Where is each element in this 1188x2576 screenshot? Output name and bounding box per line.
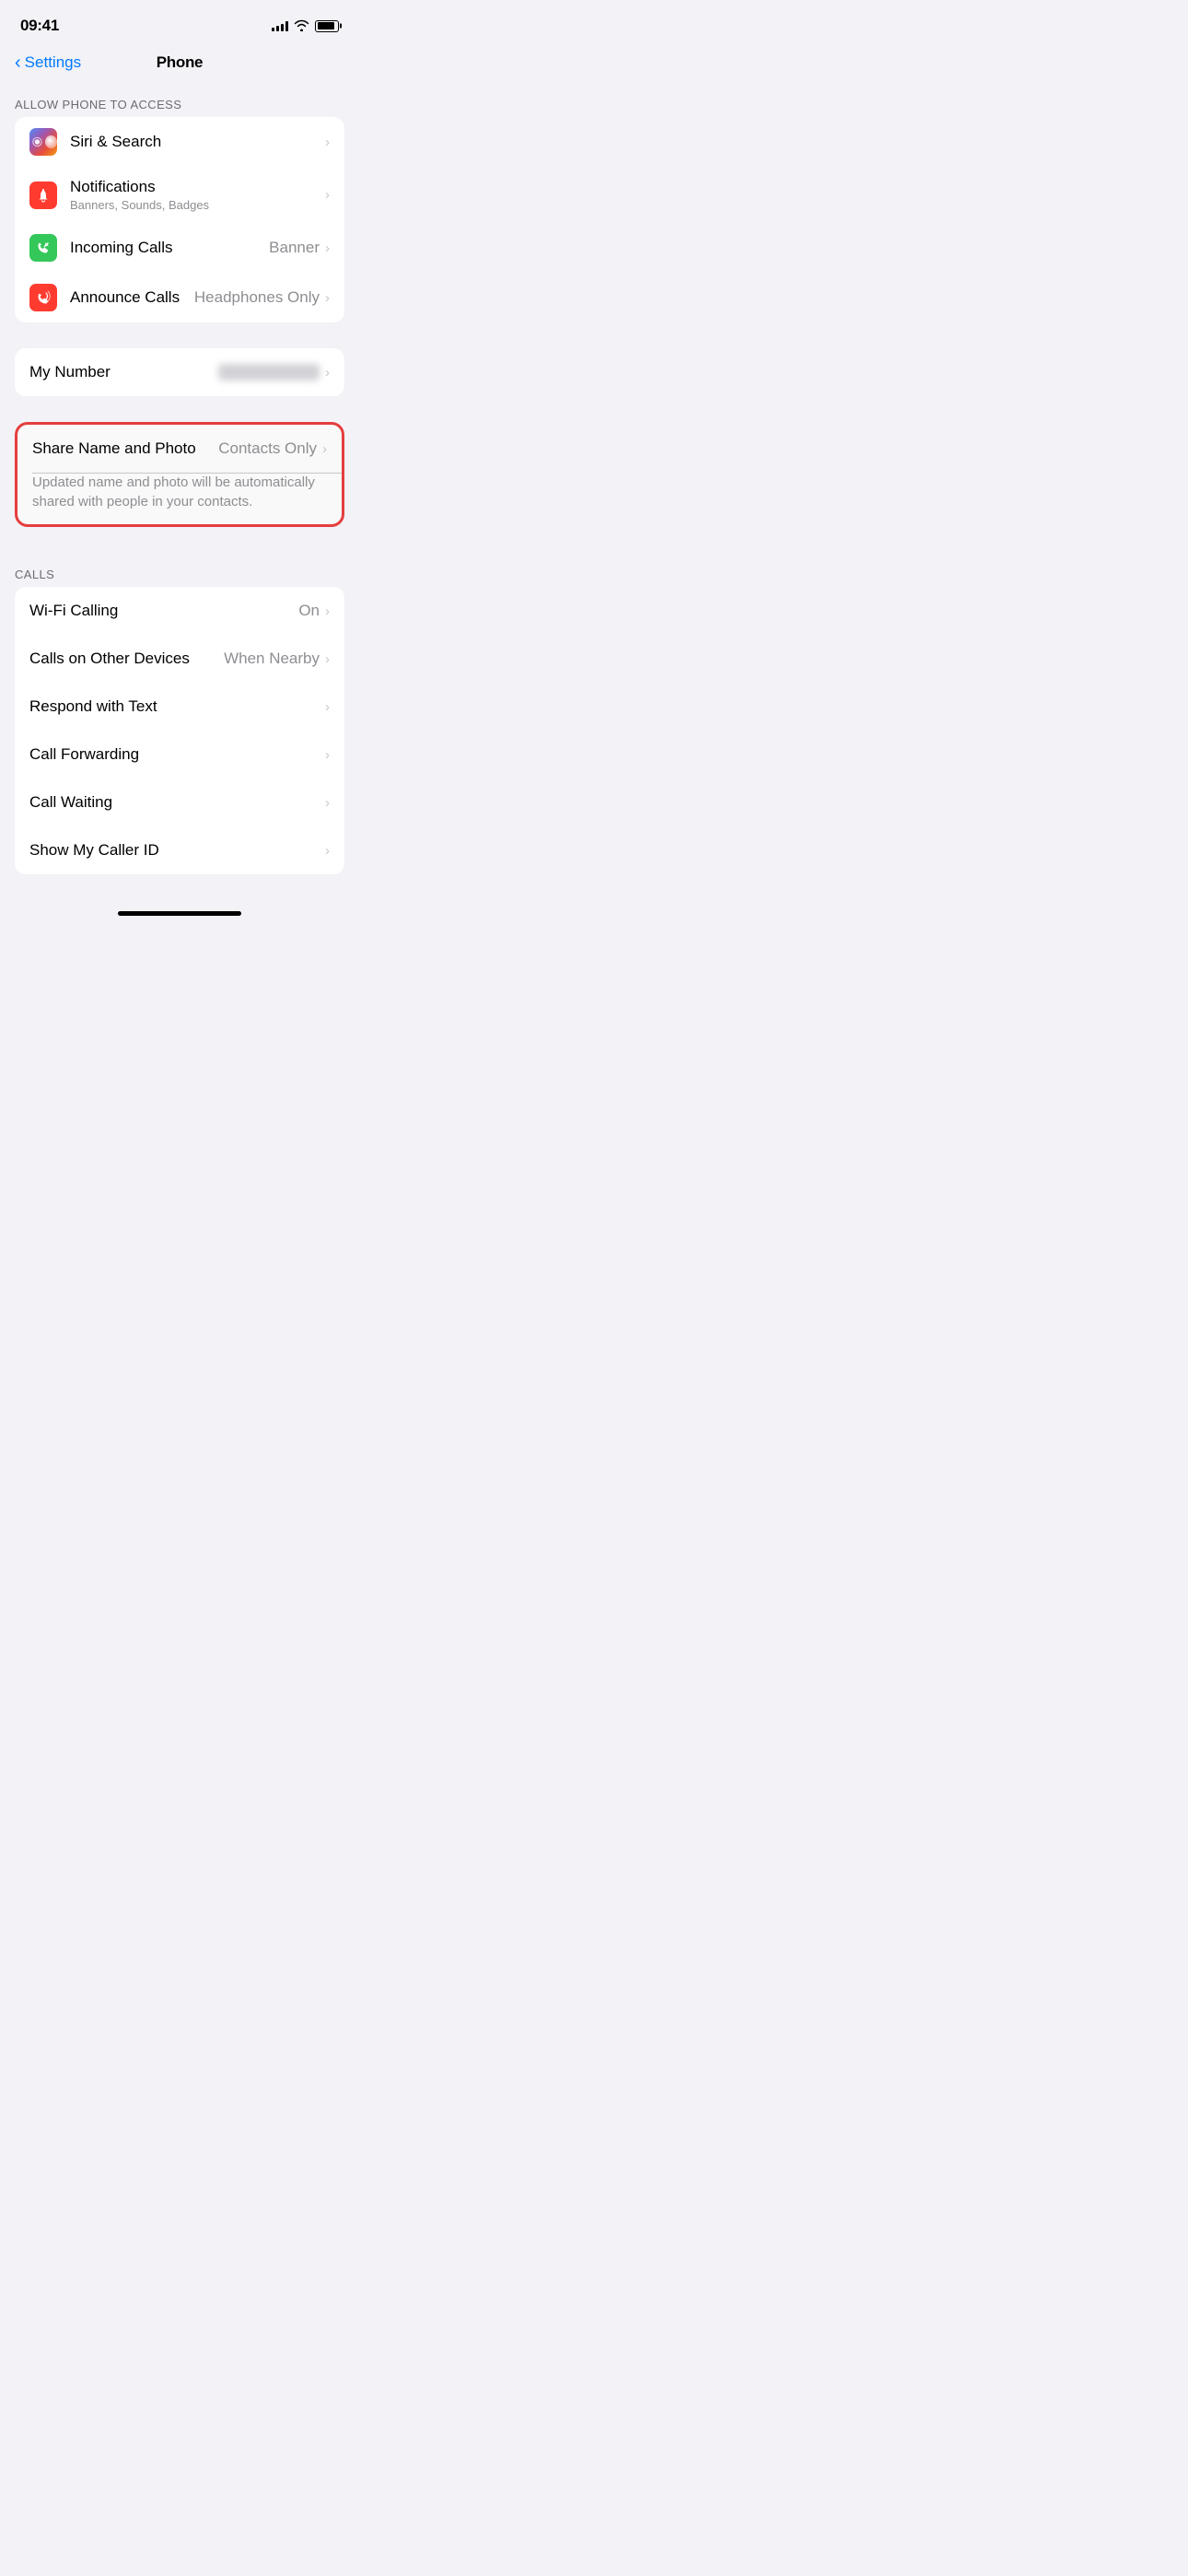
call-forwarding-item[interactable]: Call Forwarding ›: [15, 731, 344, 779]
announce-calls-title: Announce Calls: [70, 288, 194, 307]
calls-other-devices-value: When Nearby: [224, 650, 320, 668]
announce-calls-icon: [29, 284, 57, 311]
calls-card: Wi-Fi Calling On › Calls on Other Device…: [15, 587, 344, 874]
siri-item[interactable]: Siri & Search ›: [15, 117, 344, 167]
notifications-icon: [29, 181, 57, 209]
notifications-subtitle: Banners, Sounds, Badges: [70, 198, 325, 212]
share-name-footer: Updated name and photo will be automatic…: [17, 473, 342, 524]
battery-icon: [315, 20, 339, 32]
share-name-section: Share Name and Photo Contacts Only › Upd…: [0, 422, 359, 527]
back-chevron-icon: ‹: [15, 53, 21, 72]
call-forwarding-title: Call Forwarding: [29, 745, 325, 764]
call-waiting-title: Call Waiting: [29, 793, 325, 812]
incoming-calls-icon: [29, 234, 57, 262]
page-title: Phone: [157, 53, 203, 72]
share-name-card: Share Name and Photo Contacts Only › Upd…: [15, 422, 344, 527]
allow-access-card: Siri & Search › Notifications Banners, S…: [15, 117, 344, 322]
my-number-chevron-icon: ›: [325, 366, 330, 380]
show-caller-id-chevron-icon: ›: [325, 844, 330, 858]
notifications-item[interactable]: Notifications Banners, Sounds, Badges ›: [15, 167, 344, 223]
incoming-calls-title: Incoming Calls: [70, 239, 269, 257]
nav-bar: ‹ Settings Phone: [0, 46, 359, 83]
siri-icon: [29, 128, 57, 156]
respond-text-title: Respond with Text: [29, 697, 325, 716]
calls-other-devices-item[interactable]: Calls on Other Devices When Nearby ›: [15, 635, 344, 683]
home-indicator: [118, 911, 241, 916]
back-label: Settings: [25, 53, 81, 72]
allow-access-section: ALLOW PHONE TO ACCESS Siri & Search ›: [0, 83, 359, 322]
my-number-card: My Number ›: [15, 348, 344, 396]
my-number-item[interactable]: My Number ›: [15, 348, 344, 396]
announce-calls-value: Headphones Only: [194, 288, 320, 307]
wifi-calling-value: On: [298, 602, 320, 620]
wifi-icon: [294, 19, 309, 33]
share-name-value: Contacts Only: [218, 439, 317, 458]
wifi-calling-title: Wi-Fi Calling: [29, 602, 298, 620]
calls-header: CALLS: [0, 553, 359, 587]
siri-title: Siri & Search: [70, 133, 325, 151]
calls-section: CALLS Wi-Fi Calling On › Calls on Other …: [0, 553, 359, 874]
respond-text-item[interactable]: Respond with Text ›: [15, 683, 344, 731]
share-name-title: Share Name and Photo: [32, 439, 218, 458]
call-waiting-item[interactable]: Call Waiting ›: [15, 779, 344, 826]
show-caller-id-title: Show My Caller ID: [29, 841, 325, 860]
notifications-chevron-icon: ›: [325, 188, 330, 202]
status-icons: [272, 19, 339, 33]
back-button[interactable]: ‹ Settings: [15, 53, 81, 72]
announce-calls-chevron-icon: ›: [325, 291, 330, 305]
incoming-calls-item[interactable]: Incoming Calls Banner ›: [15, 223, 344, 273]
incoming-calls-value: Banner: [269, 239, 320, 257]
respond-text-chevron-icon: ›: [325, 700, 330, 714]
incoming-calls-chevron-icon: ›: [325, 241, 330, 255]
my-number-value: [218, 364, 320, 381]
wifi-calling-chevron-icon: ›: [325, 604, 330, 618]
call-forwarding-chevron-icon: ›: [325, 748, 330, 762]
my-number-title: My Number: [29, 363, 218, 381]
wifi-calling-item[interactable]: Wi-Fi Calling On ›: [15, 587, 344, 635]
share-name-item[interactable]: Share Name and Photo Contacts Only ›: [17, 425, 342, 473]
my-number-section: My Number ›: [0, 348, 359, 396]
calls-other-devices-chevron-icon: ›: [325, 652, 330, 666]
signal-icon: [272, 20, 288, 31]
status-bar: 09:41: [0, 0, 359, 46]
share-name-chevron-icon: ›: [322, 442, 327, 456]
show-caller-id-item[interactable]: Show My Caller ID ›: [15, 826, 344, 874]
siri-chevron-icon: ›: [325, 135, 330, 149]
notifications-title: Notifications: [70, 178, 325, 196]
calls-other-devices-title: Calls on Other Devices: [29, 650, 224, 668]
status-time: 09:41: [20, 17, 59, 35]
announce-calls-item[interactable]: Announce Calls Headphones Only ›: [15, 273, 344, 322]
allow-access-header: ALLOW PHONE TO ACCESS: [0, 83, 359, 117]
call-waiting-chevron-icon: ›: [325, 796, 330, 810]
